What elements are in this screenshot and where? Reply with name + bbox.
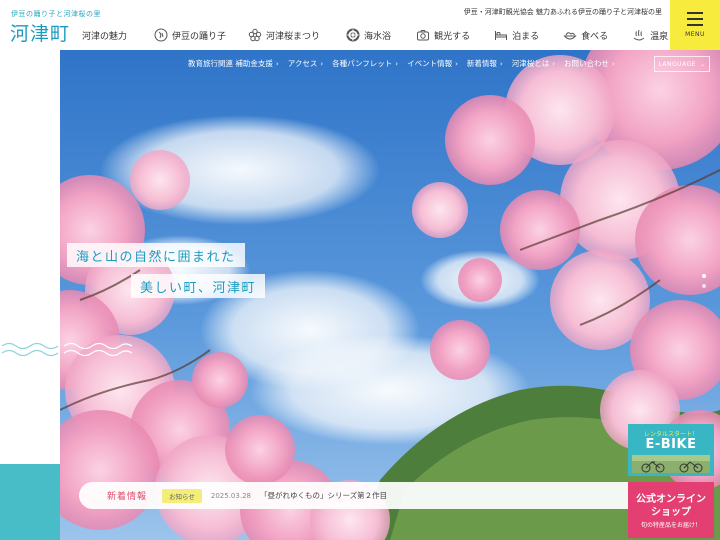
subnav-item-pamphlets[interactable]: 各種パンフレット › [332,58,398,69]
nav-item-label: 泊まる [512,31,540,42]
sakura-icon [248,28,262,42]
online-shop-banner[interactable]: 公式オンライン ショップ 旬の特産品をお届け！ [628,482,714,538]
sparkle-icon [64,28,78,42]
logo-tagline: 伊豆の踊り子と河津桜の里 [11,10,101,18]
slide-pagination [702,274,706,294]
nav-item-label: 温泉 [650,31,669,42]
slide-dot[interactable] [702,274,706,278]
ebike-photo [632,455,710,473]
menu-button[interactable]: MENU [670,0,720,50]
chevron-right-icon: › [499,59,503,68]
chevron-right-icon: › [320,59,324,68]
language-label: LANGUAGE [658,60,697,68]
left-accent-block [0,464,60,540]
news-title-link[interactable]: 「昼がれゆくもの」シリーズ第２作目 [260,490,387,501]
nav-item-eat[interactable]: 食べる [563,28,608,42]
swim-ring-icon [346,28,360,42]
shop-banner-line-2: ショップ [651,507,691,518]
header-subtitle: 伊豆・河津町観光協会 魅力あふれる伊豆の踊り子と河津桜の里 [463,8,662,16]
nav-item-label: 伊豆の踊り子 [172,31,227,42]
subnav-item-contact[interactable]: お問い合わせ › [564,58,615,69]
hero-catch-line-1: 海と山の自然に囲まれた [67,243,245,267]
global-nav: 河津の魅力 伊豆の踊り子 河津桜まつり 海水浴 観光する 泊まる 食べる 温泉 [64,26,668,44]
nav-item-charm[interactable]: 河津の魅力 [64,28,127,42]
chevron-right-icon: › [455,59,458,68]
site-logo[interactable]: 河津町 [10,19,70,46]
subnav-item-education[interactable]: 教育旅行関連 補助金支援 › [188,58,279,69]
nav-item-label: 海水浴 [364,31,392,42]
shop-banner-line-3: 旬の特産品をお届け！ [640,522,701,529]
ebike-banner[interactable]: レンタルスタート！ E-BIKE [628,424,714,476]
news-date: 2025.03.28 [210,491,251,500]
nav-item-label: 河津桜まつり [266,31,321,42]
menu-label: MENU [685,31,705,38]
wave-decoration-icon [2,342,132,357]
nav-item-dancer[interactable]: 伊豆の踊り子 [154,28,226,42]
subnav-item-about-sakura[interactable]: 河津桜とは › [512,58,555,69]
bed-icon [494,28,508,42]
hero-catch-line-2: 美しい町、河津町 [131,274,266,298]
nav-item-swimming[interactable]: 海水浴 [346,28,391,42]
subnav-item-access[interactable]: アクセス › [288,58,323,69]
chevron-down-icon: ⌄ [700,60,706,68]
chevron-right-icon: › [395,59,399,68]
ebike-banner-title: E-BIKE [645,437,697,452]
subnav-item-events[interactable]: イベント情報 › [407,58,458,69]
news-label: 新着情報 [107,492,148,502]
hamburger-icon [687,18,703,20]
hamburger-icon [687,24,703,26]
camera-icon [416,28,430,42]
nav-item-hot-spring[interactable]: 温泉 [632,28,668,42]
dancer-icon [154,28,168,42]
news-ticker[interactable]: 新着情報 お知らせ 2025.03.28 「昼がれゆくもの」シリーズ第２作目 [79,482,709,509]
nav-item-stay[interactable]: 泊まる [494,28,539,42]
nav-item-sightseeing[interactable]: 観光する [416,28,470,42]
nav-item-label: 観光する [434,31,471,42]
nav-item-sakura-festival[interactable]: 河津桜まつり [248,28,320,42]
chevron-right-icon: › [275,59,279,68]
news-category-badge: お知らせ [162,488,202,503]
food-icon [563,28,577,42]
nav-item-label: 食べる [581,31,609,42]
sub-nav: 教育旅行関連 補助金支援 › アクセス › 各種パンフレット › イベント情報 › 新着… [188,52,624,74]
chevron-right-icon: › [552,59,556,68]
nav-item-label: 河津の魅力 [82,31,128,42]
subnav-item-news[interactable]: 新着情報 › [467,58,503,69]
hamburger-icon [687,12,703,14]
language-selector[interactable]: LANGUAGE ⌄ [654,56,710,72]
hot-spring-icon [632,28,646,42]
site-header: 伊豆の踊り子と河津桜の里 河津町 伊豆・河津町観光協会 魅力あふれる伊豆の踊り子… [0,0,720,50]
chevron-right-icon: › [612,59,615,68]
slide-dot[interactable] [702,284,706,288]
